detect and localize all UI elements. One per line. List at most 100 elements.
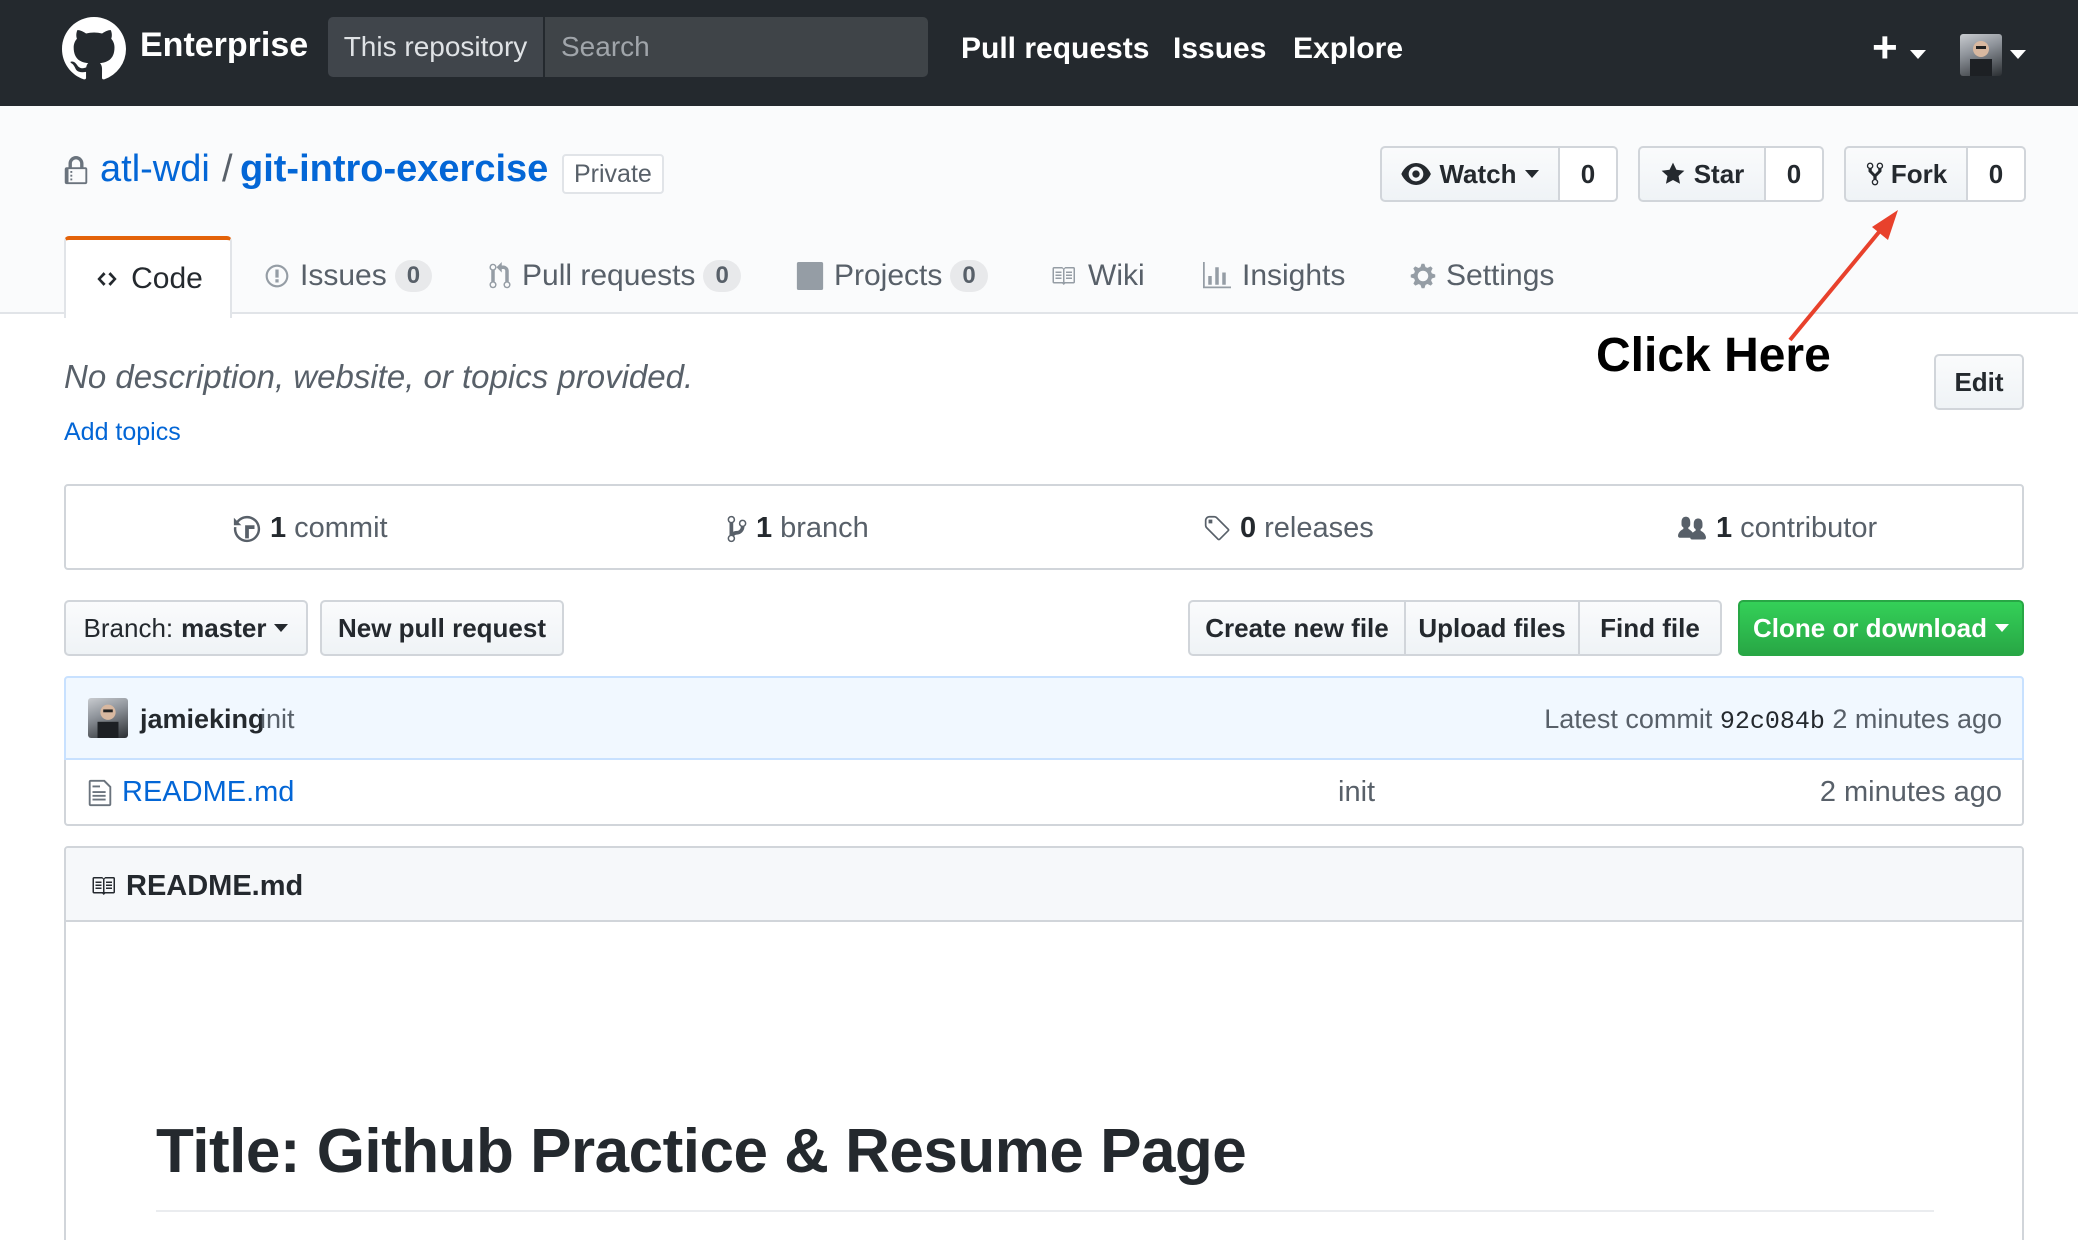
latest-commit-prefix: Latest commit [1544, 704, 1713, 734]
releases-count: 0 [1240, 512, 1257, 544]
contributors-label: contributor [1740, 512, 1878, 544]
edit-button[interactable]: Edit [1934, 354, 2024, 410]
find-file-button[interactable]: Find file [1578, 600, 1722, 656]
commit-author-link[interactable]: jamieking [140, 704, 265, 735]
tab-projects-label: Projects [834, 259, 943, 292]
commits-count: 1 [270, 512, 287, 544]
commits-label: commit [294, 512, 388, 544]
fork-label: Fork [1890, 158, 1948, 189]
readme-panel: README.md Title: Github Practice & Resum… [64, 846, 2024, 1240]
star-button[interactable]: Star [1638, 146, 1766, 202]
fork-button[interactable]: Fork [1844, 146, 1968, 202]
tab-code-label: Code [131, 262, 203, 295]
file-age: 2 minutes ago [1819, 776, 2002, 808]
branch-name: master [181, 612, 267, 643]
nav-issues[interactable]: Issues [1173, 32, 1266, 66]
tab-settings[interactable]: Settings [1410, 236, 1554, 316]
upload-files-button[interactable]: Upload files [1404, 600, 1580, 656]
create-new-file-button[interactable]: Create new file [1188, 600, 1406, 656]
numbers-summary: 1 commit 1 branch 0 releases 1 contribut… [64, 484, 2024, 570]
issue-icon [265, 264, 289, 288]
add-topics-link[interactable]: Add topics [64, 418, 181, 447]
projects-counter: 0 [950, 260, 988, 292]
tab-insights-label: Insights [1242, 259, 1346, 292]
repo-name-link[interactable]: git-intro-exercise [240, 148, 548, 191]
branch-select-button[interactable]: Branch: master [64, 600, 308, 656]
file-commit-message-link[interactable]: init [1338, 776, 1375, 809]
latest-commit-info: Latest commit 92c084b 2 minutes ago [1544, 704, 2002, 736]
commits-link[interactable]: 1 commit [232, 512, 388, 545]
commit-sha-link[interactable]: 92c084b [1720, 707, 1825, 736]
watch-button[interactable]: Watch [1380, 146, 1560, 202]
contributors-link[interactable]: 1 contributor [1676, 512, 1877, 545]
brand-name[interactable]: Enterprise [140, 26, 308, 65]
releases-link[interactable]: 0 releases [1202, 512, 1374, 545]
tag-icon [1204, 515, 1230, 540]
lock-icon [64, 156, 88, 185]
private-label: Private [562, 154, 664, 194]
annotation-label: Click Here [1596, 329, 1831, 382]
author-avatar[interactable] [88, 698, 128, 738]
eye-icon [1401, 163, 1432, 185]
watch-label: Watch [1439, 158, 1517, 189]
heading-divider [156, 1210, 1934, 1212]
graph-icon [1203, 262, 1231, 289]
tab-code[interactable]: Code [64, 236, 232, 318]
create-dropdown-caret-icon[interactable] [1910, 50, 1926, 59]
star-icon [1661, 162, 1685, 184]
user-menu-caret-icon[interactable] [2010, 50, 2026, 59]
repo-owner-link[interactable]: atl-wdi [100, 148, 210, 191]
latest-commit-bar: jamieking init Latest commit 92c084b 2 m… [64, 676, 2024, 760]
pull-requests-counter: 0 [703, 260, 741, 292]
branch-prefix: Branch: [83, 612, 174, 643]
tab-wiki[interactable]: Wiki [1048, 236, 1145, 316]
github-logo-icon[interactable] [62, 17, 126, 81]
nav-pull-requests[interactable]: Pull requests [961, 32, 1149, 66]
readme-heading: Title: Github Practice & Resume Page [156, 1117, 1247, 1186]
branches-label: branch [780, 512, 869, 544]
readme-header: README.md [66, 848, 2022, 922]
clone-or-download-button[interactable]: Clone or download [1738, 600, 2024, 656]
branches-count: 1 [756, 512, 773, 544]
clone-label: Clone or download [1753, 612, 1987, 643]
tab-pull-requests-label: Pull requests [522, 259, 696, 292]
branch-icon [727, 515, 747, 542]
user-avatar[interactable] [1960, 34, 2002, 76]
watch-count[interactable]: 0 [1558, 146, 1618, 202]
global-header: Enterprise This repository Pull requests… [0, 0, 2078, 106]
branch-caret-icon [274, 624, 289, 632]
create-new-icon[interactable]: + [1872, 26, 1898, 70]
commit-age: 2 minutes ago [1832, 704, 2002, 734]
branches-link[interactable]: 1 branch [726, 512, 869, 545]
contributors-count: 1 [1716, 512, 1733, 544]
file-icon [88, 779, 112, 807]
star-count[interactable]: 0 [1764, 146, 1824, 202]
gear-icon [1410, 263, 1436, 289]
star-label: Star [1693, 158, 1745, 189]
commit-message-link[interactable]: init [260, 704, 295, 735]
book-icon [1052, 267, 1075, 285]
releases-label: releases [1264, 512, 1374, 544]
tab-issues[interactable]: Issues 0 [264, 236, 433, 316]
avatar-portrait-icon [97, 704, 119, 738]
file-row: README.md init 2 minutes ago [64, 760, 2024, 826]
repo-description: No description, website, or topics provi… [64, 358, 694, 395]
tab-insights[interactable]: Insights [1202, 236, 1345, 316]
history-icon [233, 515, 261, 542]
fork-count[interactable]: 0 [1966, 146, 2026, 202]
tab-settings-label: Settings [1446, 259, 1555, 292]
clone-caret-icon [1995, 624, 2009, 632]
fork-icon [1866, 162, 1883, 186]
watch-caret-icon [1524, 170, 1539, 178]
new-pull-request-button[interactable]: New pull request [320, 600, 564, 656]
tab-pull-requests[interactable]: Pull requests 0 [488, 236, 741, 316]
path-separator: / [222, 148, 233, 190]
search-input[interactable] [545, 17, 928, 77]
avatar-portrait-icon [1970, 41, 1992, 76]
nav-explore[interactable]: Explore [1293, 32, 1403, 66]
book-icon [92, 877, 115, 895]
people-icon [1678, 516, 1706, 539]
tab-projects[interactable]: Projects 0 [796, 236, 988, 316]
file-name-link[interactable]: README.md [122, 776, 294, 809]
tab-wiki-label: Wiki [1088, 259, 1145, 292]
